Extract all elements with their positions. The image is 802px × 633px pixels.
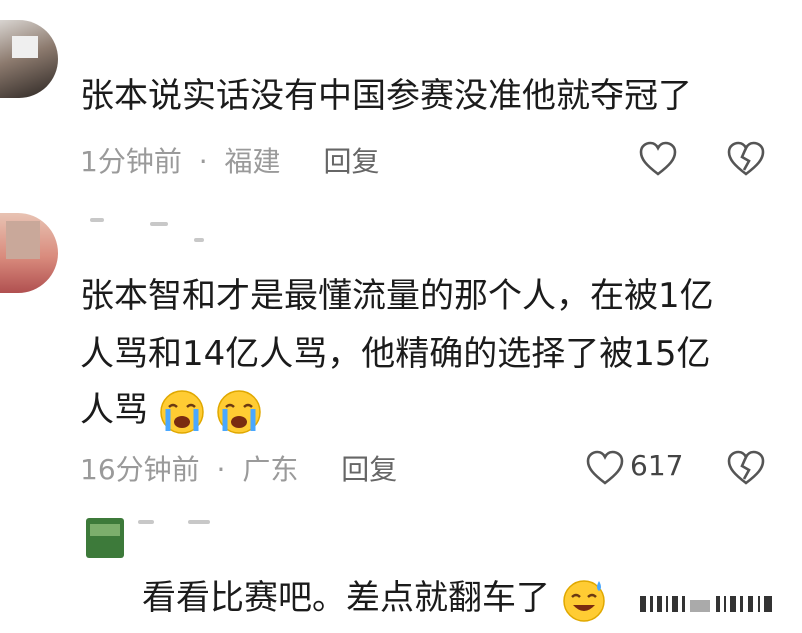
- heart-icon[interactable]: [638, 140, 678, 178]
- sweat-smile-icon: [563, 579, 605, 622]
- comment-time: 1分钟前: [80, 145, 182, 178]
- reply-button[interactable]: 回复: [341, 453, 397, 486]
- comment-text-fragment: 人骂: [80, 390, 148, 430]
- comment-time: 16分钟前: [80, 453, 200, 486]
- comment-text-line: 人骂: [80, 384, 262, 436]
- comment-text-line: 人骂和14亿人骂，他精确的选择了被15亿: [80, 334, 711, 374]
- username-blur: [90, 218, 104, 222]
- watermark-barcode: [640, 596, 772, 612]
- username-blur: [188, 520, 210, 524]
- username-blur: [138, 520, 154, 524]
- avatar[interactable]: [86, 518, 124, 558]
- reply-button[interactable]: 回复: [323, 145, 379, 178]
- username-blur: [194, 238, 204, 242]
- comment-text-line: 看看比赛吧。差点就翻车了: [142, 572, 607, 624]
- heart-icon[interactable]: [585, 449, 625, 487]
- dislike-icon[interactable]: [726, 449, 766, 487]
- comment-meta: 16分钟前 · 广东 回复: [80, 448, 397, 488]
- comment-location: 广东: [242, 453, 299, 486]
- dislike-icon[interactable]: [726, 140, 766, 178]
- separator: ·: [198, 145, 208, 178]
- separator: ·: [216, 453, 226, 486]
- username-blur: [150, 222, 168, 226]
- like-count: 617: [630, 449, 684, 482]
- crying-face-icon: [216, 389, 261, 434]
- avatar[interactable]: [0, 213, 58, 293]
- comment-text: 看看比赛吧。差点就翻车了: [142, 578, 550, 618]
- comment-location: 福建: [224, 145, 281, 178]
- comment-meta: 1分钟前 · 福建 回复: [80, 140, 379, 180]
- comment-text-line: 张本智和才是最懂流量的那个人，在被1亿: [80, 276, 714, 316]
- avatar[interactable]: [0, 20, 58, 98]
- crying-face-icon: [160, 389, 204, 434]
- comment-text: 张本说实话没有中国参赛没准他就夺冠了: [80, 76, 692, 116]
